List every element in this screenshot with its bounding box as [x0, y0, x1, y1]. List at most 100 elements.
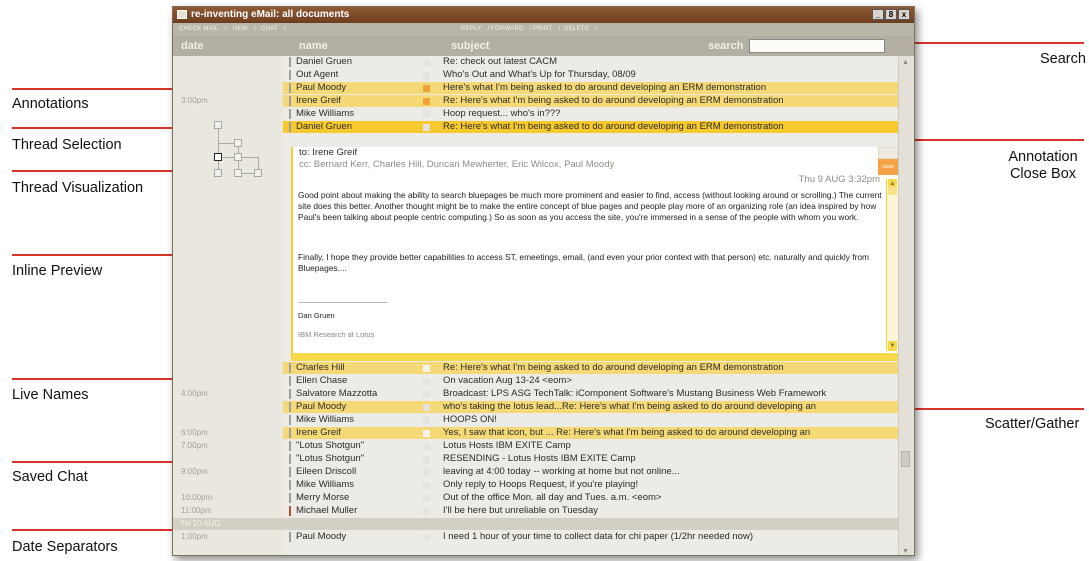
chat-button[interactable]: CHAT: [261, 23, 286, 36]
annotation-marker-icon[interactable]: [423, 417, 430, 424]
signature-org: IBM Research at Lotus: [298, 330, 375, 339]
scroll-down-icon[interactable]: ▼: [888, 341, 897, 351]
sender-live-name[interactable]: Paul Moody: [296, 401, 346, 413]
message-list-scrollbar[interactable]: ▲ ▼: [898, 56, 912, 555]
cc-live-name[interactable]: Paul Moody: [564, 159, 614, 170]
annotation-marker-icon[interactable]: [423, 508, 430, 515]
annotation-marker-icon[interactable]: [423, 59, 430, 66]
scroll-thumb[interactable]: [888, 187, 897, 195]
annotation-marker-icon[interactable]: [423, 111, 430, 118]
subject-text: Here's what I'm being asked to do around…: [443, 82, 767, 93]
subject-text: Re: check out latest CACM: [443, 56, 558, 67]
thread-node[interactable]: [254, 169, 262, 177]
annotation-marker-icon[interactable]: [423, 495, 430, 502]
thread-node[interactable]: [214, 169, 222, 177]
thread-connector: [218, 128, 219, 170]
annotation-marker-icon[interactable]: [423, 378, 430, 385]
annotation-close-box[interactable]: close: [878, 147, 898, 175]
scroll-down-icon[interactable]: ▼: [902, 548, 909, 555]
forward-button[interactable]: FORWARD: [491, 23, 531, 36]
row-time: 3:00pm: [181, 96, 208, 105]
presence-indicator: [289, 122, 291, 132]
sender-live-name[interactable]: Paul Moody: [296, 82, 346, 94]
sender-live-name[interactable]: Out Agent: [296, 69, 338, 81]
presence-indicator: [289, 402, 291, 412]
thread-node[interactable]: [234, 139, 242, 147]
search-label: search: [708, 40, 744, 52]
name-column-header[interactable]: name: [299, 36, 328, 56]
annotation-marker-icon[interactable]: [423, 456, 430, 463]
sender-live-name[interactable]: Charles Hill: [296, 362, 345, 374]
sender-live-name[interactable]: Irene Greif: [296, 95, 341, 107]
row-time: 7:00pm: [181, 441, 208, 450]
sender-live-name[interactable]: Ellen Chase: [296, 375, 347, 387]
row-time: 11:00pm: [181, 506, 212, 515]
subject-text: Lotus Hosts IBM EXITE Camp: [443, 440, 571, 451]
cc-live-name[interactable]: Duncan Mewherter,: [427, 159, 509, 170]
presence-indicator: [289, 83, 291, 93]
sender-live-name[interactable]: Daniel Gruen: [296, 56, 352, 68]
close-annotation-button[interactable]: close: [878, 159, 898, 175]
annotation-marker-icon[interactable]: [423, 469, 430, 476]
reply-button[interactable]: REPLY: [461, 23, 489, 36]
annotation-marker-icon[interactable]: [423, 98, 430, 105]
callout-search: Search: [1040, 51, 1086, 67]
thread-node[interactable]: [234, 153, 242, 161]
scroll-thumb[interactable]: [901, 451, 910, 467]
sender-live-name[interactable]: "Lotus Shotgun": [296, 453, 364, 465]
sender-live-name[interactable]: Merry Morse: [296, 492, 349, 504]
annotation-marker-icon[interactable]: [423, 85, 430, 92]
annotation-marker-icon[interactable]: [423, 443, 430, 450]
scroll-up-icon[interactable]: ▲: [902, 59, 909, 66]
thread-node[interactable]: [234, 169, 242, 177]
delete-button[interactable]: DELETE: [564, 23, 597, 36]
annotation-marker-icon[interactable]: [423, 124, 430, 131]
message-row-content: 10:00pm Merry Morse Out of the office Mon.…: [173, 492, 912, 504]
date-column-header[interactable]: date: [181, 36, 204, 56]
sender-live-name[interactable]: Paul Moody: [296, 531, 346, 543]
print-button[interactable]: PRINT: [533, 23, 560, 36]
date-separator-label: Fri 10 AUG: [181, 519, 221, 528]
callout-thread-selection: Thread Selection: [12, 137, 122, 153]
preview-scrollbar[interactable]: ▲ ▼: [886, 179, 898, 351]
annotation-marker-icon[interactable]: [423, 365, 430, 372]
callout-thread-visualization: Thread Visualization: [12, 180, 144, 196]
new-button[interactable]: NEW: [233, 23, 256, 36]
subject-text: leaving at 4:00 today -- working at home…: [443, 466, 680, 477]
annotation-marker-icon[interactable]: [423, 391, 430, 398]
presence-indicator: [289, 57, 291, 67]
cc-live-name[interactable]: Eric Wilcox,: [512, 159, 562, 170]
cc-live-name[interactable]: Charles Hill,: [373, 159, 424, 170]
callout-date-separators: Date Separators: [12, 539, 118, 555]
thread-node-selected[interactable]: [214, 153, 222, 161]
preview-to: to: Irene Greif: [299, 147, 358, 158]
maximize-button[interactable]: 8: [885, 9, 897, 20]
annotation-marker-icon[interactable]: [423, 72, 430, 79]
sender-live-name[interactable]: Eileen Driscoll: [296, 466, 356, 478]
annotation-marker-icon[interactable]: [423, 430, 430, 437]
sender-live-name[interactable]: Irene Greif: [296, 427, 341, 439]
sender-live-name[interactable]: Daniel Gruen: [296, 121, 352, 133]
subject-text: who's taking the lotus lead...Re: Here's…: [443, 401, 817, 412]
annotation-marker-icon[interactable]: [423, 404, 430, 411]
sender-live-name[interactable]: Mike Williams: [296, 479, 354, 491]
search-input[interactable]: [749, 39, 885, 53]
sender-live-name[interactable]: Salvatore Mazzotta: [296, 388, 377, 400]
cc-live-name[interactable]: Bernard Kerr,: [314, 159, 371, 170]
subject-column-header[interactable]: subject: [451, 36, 490, 56]
annotation-marker-icon[interactable]: [423, 482, 430, 489]
sender-live-name[interactable]: Mike Williams: [296, 108, 354, 120]
message-row-content: 11:00pm Michael Muller I'll be here but un…: [173, 505, 912, 517]
presence-indicator: [289, 532, 291, 542]
subject-text: Re: Here's what I'm being asked to do ar…: [443, 95, 784, 106]
presence-indicator: [289, 441, 291, 451]
sender-live-name[interactable]: Mike Williams: [296, 414, 354, 426]
close-button[interactable]: x: [898, 9, 910, 20]
minimize-button[interactable]: _: [872, 9, 884, 20]
check-mail-button[interactable]: CHECK MAIL: [179, 23, 226, 36]
sender-live-name[interactable]: Michael Muller: [296, 505, 357, 517]
message-row-content: Mike Williams Hoop request... who's in???: [173, 108, 912, 120]
sender-live-name[interactable]: "Lotus Shotgun": [296, 440, 364, 452]
cc-label: cc:: [299, 159, 312, 170]
annotation-marker-icon[interactable]: [423, 534, 430, 541]
